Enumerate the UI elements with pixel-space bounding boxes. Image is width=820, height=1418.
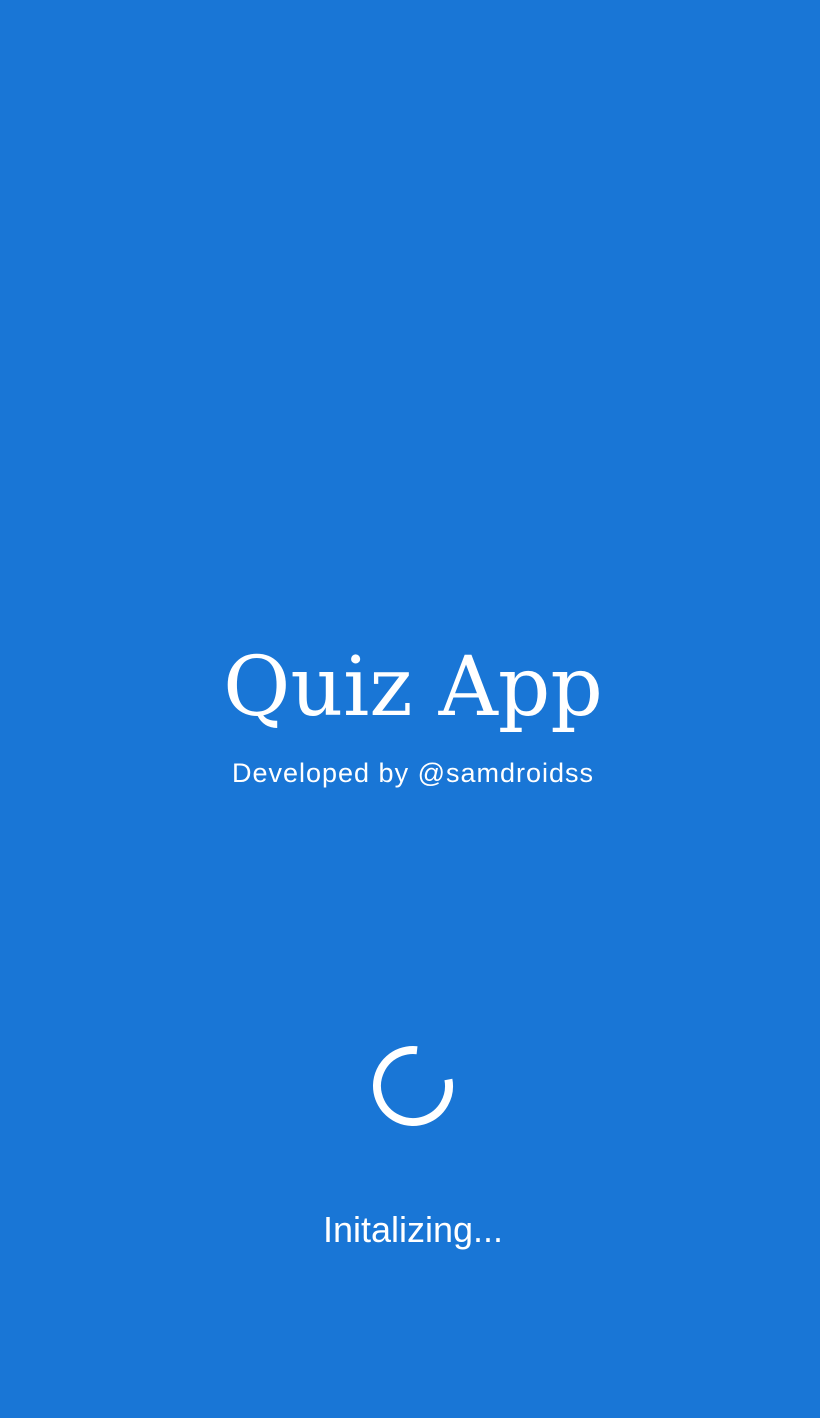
- developer-credit: Developed by @samdroidss: [231, 758, 595, 788]
- splash-screen: Quiz App Developed by @samdroidss Inital…: [0, 0, 820, 1418]
- app-title: Quiz App: [223, 640, 603, 735]
- progress-spinner-icon: [369, 1042, 457, 1130]
- loading-status-text: Initalizing...: [322, 1209, 504, 1250]
